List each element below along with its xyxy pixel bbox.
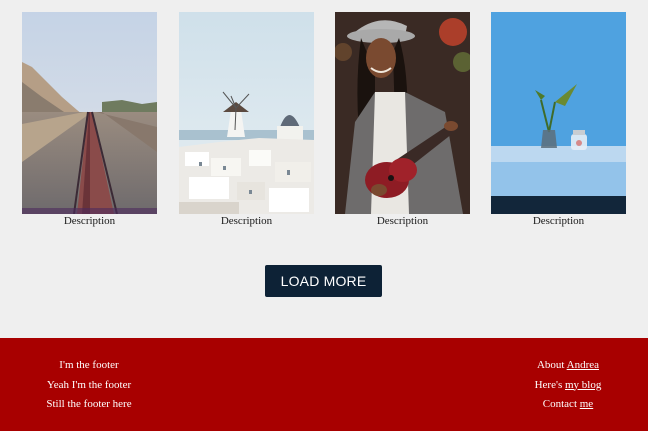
footer-contact-line: Contact me [498, 397, 638, 417]
woman-with-guitar-photo[interactable] [335, 12, 470, 214]
gallery-card[interactable]: Description [491, 12, 626, 228]
photo-caption: Description [63, 215, 116, 227]
footer: I'm the footer Yeah I'm the footer Still… [0, 338, 648, 431]
footer-text: I'm the footer [59, 359, 119, 371]
gallery-card[interactable]: Description [335, 12, 470, 228]
footer-link-prefix: Contact [542, 398, 580, 410]
footer-left-column: I'm the footer Yeah I'm the footer Still… [19, 358, 159, 417]
photo-caption: Description [532, 215, 585, 227]
load-more-button[interactable]: LOAD MORE [265, 265, 382, 297]
photo-caption: Description [220, 215, 273, 227]
footer-link-prefix: Here's [534, 378, 565, 391]
footer-link-prefix: About [536, 359, 567, 371]
footer-right-column: About Andrea Here's my blog Contact me [498, 358, 638, 417]
page: Description Description Description Desc… [0, 0, 648, 431]
footer-blog-line: Here's my blog [498, 378, 638, 398]
footer-text: Yeah I'm the footer [46, 378, 132, 391]
gallery-card[interactable]: Description [22, 12, 157, 228]
plant-on-blue-table-photo[interactable] [491, 12, 626, 214]
my-blog-link[interactable]: my blog [565, 379, 601, 391]
photo-gallery: Description Description Description Desc… [0, 12, 648, 228]
gallery-card[interactable]: Description [179, 12, 314, 228]
footer-about-line: About Andrea [498, 358, 638, 378]
santorini-windmill-photo[interactable] [179, 12, 314, 214]
contact-me-link[interactable]: me [580, 398, 593, 410]
photo-caption: Description [376, 215, 429, 227]
about-andrea-link[interactable]: Andrea [567, 359, 599, 371]
footer-text: Still the footer here [46, 398, 132, 410]
railway-tracks-photo[interactable] [22, 12, 157, 214]
